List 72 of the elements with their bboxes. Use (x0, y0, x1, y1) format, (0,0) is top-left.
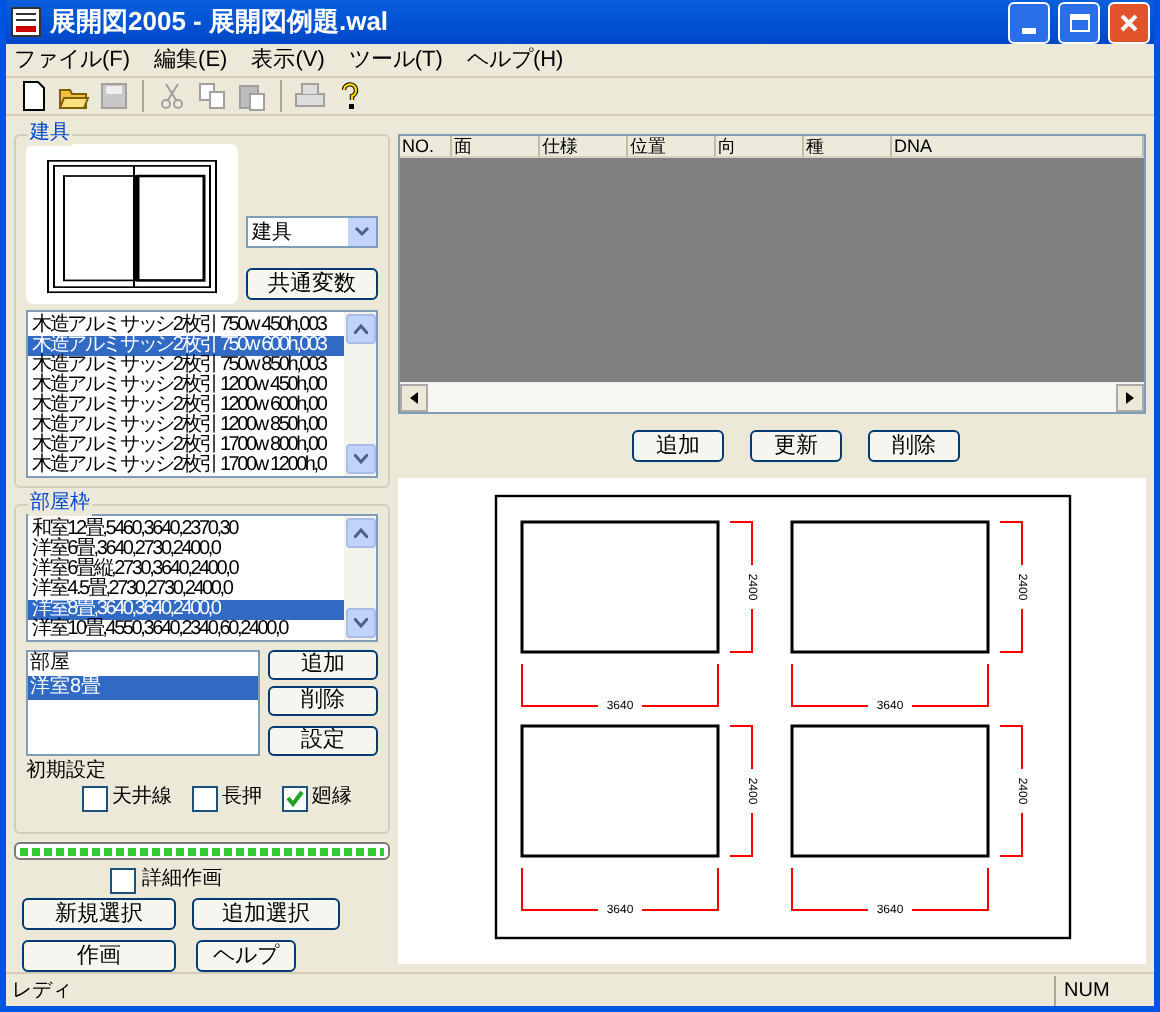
close-button[interactable] (1108, 1, 1150, 43)
checkbox[interactable] (110, 867, 136, 893)
maximize-button[interactable] (1058, 1, 1100, 43)
scroll-left-icon[interactable] (400, 383, 428, 411)
table-action-button[interactable]: 削除 (868, 430, 960, 462)
list-item[interactable]: 洋室8畳 (28, 676, 258, 700)
close-icon[interactable] (1120, 13, 1138, 31)
checkbox-label: 天井線 (112, 786, 172, 810)
list-item[interactable]: 木造アルミサッシ2枚引 1200w 600h,00 (28, 396, 344, 416)
column-header[interactable]: 種 (804, 136, 892, 156)
list-item[interactable]: 木造アルミサッシ2枚引 750w 450h,003 (28, 316, 344, 336)
column-header[interactable]: 向 (716, 136, 804, 156)
dropdown-icon[interactable] (348, 218, 376, 246)
settings-button[interactable]: 設定 (268, 726, 378, 756)
column-header[interactable]: 仕様 (540, 136, 628, 156)
page-icon[interactable] (18, 80, 50, 112)
menu-item[interactable]: 編集(E) (154, 43, 228, 77)
app-icon (10, 6, 42, 38)
scroll-down-icon[interactable] (345, 444, 375, 474)
window-title: 展開図2005 - 展開図例題.wal (50, 4, 391, 41)
list-item[interactable]: 和室12畳,5460,3640,2370,30 (28, 520, 344, 540)
scroll-down-icon[interactable] (345, 608, 375, 638)
menu-item[interactable]: ヘルプ(H) (466, 43, 564, 77)
category-select[interactable]: 建具 (246, 216, 378, 248)
menu-item[interactable]: ファイル(F) (14, 43, 131, 77)
height-dimension (999, 725, 1023, 857)
status-message: レディ (10, 977, 74, 1005)
list-item[interactable]: 木造アルミサッシ2枚引 1700w 1200h,0 (28, 456, 344, 476)
column-header[interactable]: 面 (452, 136, 540, 156)
menu-item[interactable]: 表示(V) (251, 43, 325, 77)
add-button[interactable]: 追加 (268, 650, 378, 680)
scroll-right-icon[interactable] (1116, 383, 1144, 411)
checkbox-label: 詳細作画 (142, 868, 222, 892)
height-dimension (729, 725, 753, 857)
list-item[interactable]: 洋室10畳,4550,3640,2340,60,2400,0 (28, 620, 344, 640)
list-item[interactable]: 洋室4.5畳,2730,2730,2400,0 (28, 580, 344, 600)
checkbox[interactable] (282, 785, 308, 811)
initial-settings-label: 初期設定 (26, 760, 108, 784)
common-variables-button[interactable]: 共通変数 (246, 268, 378, 300)
list-item[interactable]: 洋室6畳,3640,2730,2400,0 (28, 540, 344, 560)
table-action-button[interactable]: 追加 (632, 430, 724, 462)
column-header[interactable]: NO. (400, 136, 452, 156)
group-title: 建具 (28, 122, 72, 146)
group-title: 部屋枠 (28, 492, 92, 516)
scroll-up-icon[interactable] (345, 518, 375, 548)
scroll-up-icon[interactable] (345, 314, 375, 344)
action-button[interactable]: 作画 (22, 940, 176, 972)
table-action-button[interactable]: 更新 (750, 430, 842, 462)
column-header[interactable]: 位置 (628, 136, 716, 156)
scrollbar[interactable] (344, 516, 376, 640)
delete-button[interactable]: 削除 (268, 686, 378, 716)
minimize-button[interactable] (1008, 1, 1050, 43)
scrollbar[interactable] (344, 312, 376, 476)
checkbox-label: 廻縁 (312, 786, 352, 810)
checkbox[interactable] (82, 785, 108, 811)
list-item[interactable]: 木造アルミサッシ2枚引 1700w 800h,00 (28, 436, 344, 456)
height-dimension (999, 521, 1023, 653)
height-dimension (729, 521, 753, 653)
action-button[interactable]: 追加選択 (192, 898, 340, 930)
column-header[interactable]: DNA (892, 136, 1144, 156)
list-item[interactable]: 部屋 (28, 652, 258, 676)
list-item[interactable]: 木造アルミサッシ2枚引 1200w 450h,00 (28, 376, 344, 396)
action-button[interactable]: ヘルプ (196, 940, 296, 972)
checkbox[interactable] (192, 785, 218, 811)
list-item[interactable]: 洋室6畳縦,2730,3640,2400,0 (28, 560, 344, 580)
action-button[interactable]: 新規選択 (22, 898, 176, 930)
list-item[interactable]: 木造アルミサッシ2枚引 750w 850h,003 (28, 356, 344, 376)
num-lock-indicator: NUM (1054, 975, 1154, 1005)
checkbox-label: 長押 (222, 786, 262, 810)
list-item[interactable]: 木造アルミサッシ2枚引 1200w 850h,00 (28, 416, 344, 436)
menu-item[interactable]: ツール(T) (348, 43, 443, 77)
horizontal-scrollbar[interactable] (400, 382, 1144, 412)
